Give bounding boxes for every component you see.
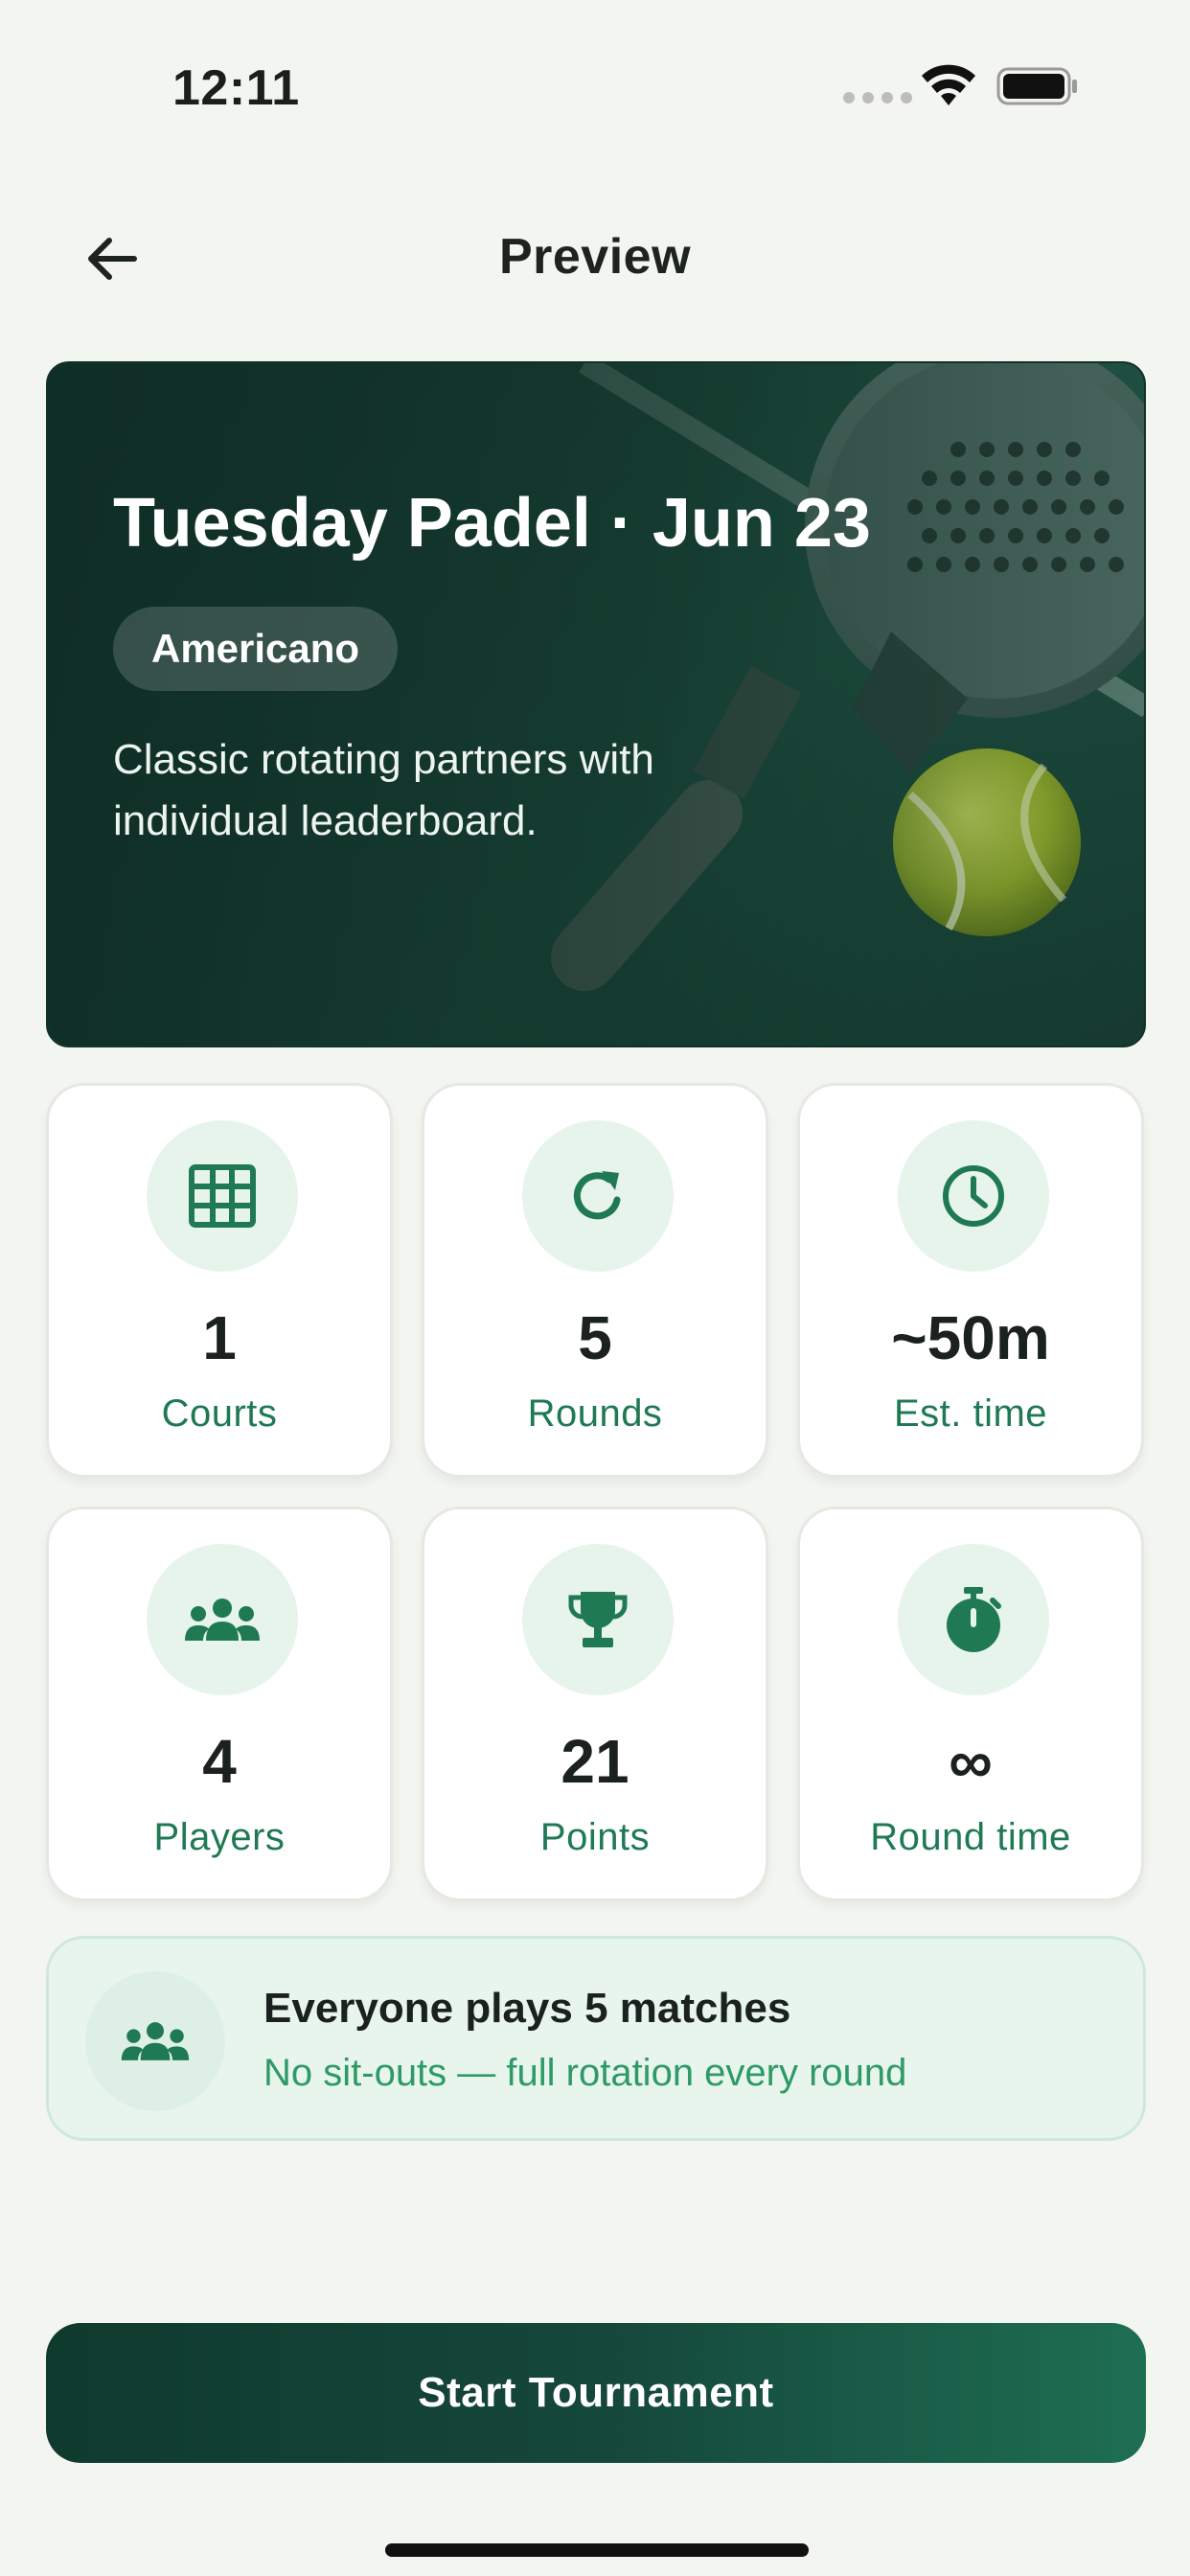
info-subtitle: No sit-outs — full rotation every round [263, 2052, 907, 2094]
refresh-icon [573, 1171, 621, 1220]
trophy-icon [568, 1592, 628, 1647]
status-time: 12:11 [172, 60, 300, 116]
stat-label: Courts [161, 1392, 278, 1435]
stat-card-courts: 1 Courts [46, 1083, 393, 1478]
grid-icon [189, 1164, 256, 1228]
stat-label: Points [539, 1816, 651, 1858]
stat-label: Rounds [527, 1392, 663, 1435]
tournament-hero-card: Tuesday Padel · Jun 23 Americano Classic… [46, 361, 1146, 1047]
start-tournament-button[interactable]: Start Tournament [46, 2323, 1146, 2463]
stat-value: ~50m [891, 1303, 1050, 1372]
home-indicator [385, 2543, 809, 2557]
stat-card-round-time: ∞ Round time [797, 1506, 1144, 1901]
stat-card-est-time: ~50m Est. time [797, 1083, 1144, 1478]
stopwatch-icon [947, 1587, 1001, 1652]
preview-screen: 12:11 Preview Tuesday Padel · Jun 23 Ame… [0, 0, 1190, 2576]
hero-content: Tuesday Padel · Jun 23 Americano Classic… [113, 480, 899, 852]
stat-card-rounds: 5 Rounds [422, 1083, 768, 1478]
stat-value: 5 [578, 1303, 612, 1372]
stat-value: ∞ [949, 1727, 993, 1796]
top-bar: Preview [0, 192, 1190, 326]
info-title: Everyone plays 5 matches [263, 1985, 791, 2032]
group-icon [185, 1598, 260, 1641]
stat-card-points: 21 Points [422, 1506, 768, 1901]
stat-value: 4 [202, 1727, 237, 1796]
cellular-signal-icon [843, 92, 912, 104]
wifi-icon [922, 64, 975, 105]
tournament-title: Tuesday Padel · Jun 23 [113, 485, 871, 562]
page-title: Preview [498, 229, 692, 285]
stat-card-players: 4 Players [46, 1506, 393, 1901]
stat-value: 1 [202, 1303, 237, 1372]
rotation-info-banner: Everyone plays 5 matches No sit-outs — f… [46, 1936, 1146, 2141]
clock-icon [943, 1165, 1004, 1227]
status-bar: 12:11 [0, 0, 1190, 182]
format-description: Classic rotating partners with individua… [113, 736, 654, 844]
stat-value: 21 [561, 1727, 629, 1796]
battery-icon [996, 67, 1077, 105]
format-badge: Americano [113, 607, 399, 691]
stat-label: Round time [870, 1816, 1071, 1858]
start-tournament-label: Start Tournament [418, 2369, 774, 2416]
stat-label: Players [153, 1816, 286, 1858]
stat-label: Est. time [893, 1392, 1048, 1435]
group-icon [121, 2022, 190, 2060]
